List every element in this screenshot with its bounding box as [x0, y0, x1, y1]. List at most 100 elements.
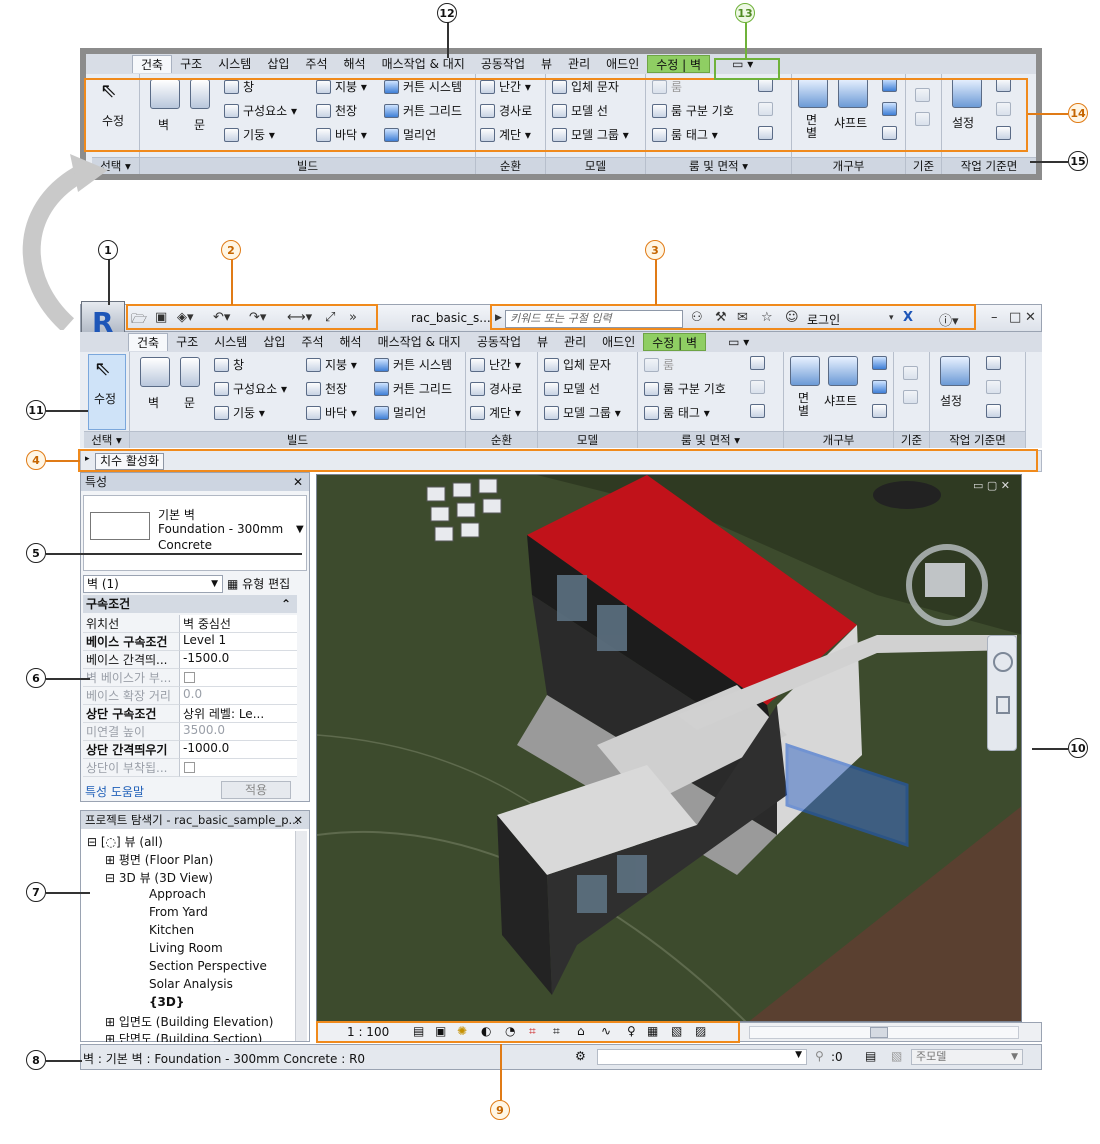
tab-addins[interactable]: 애드인 [598, 55, 647, 73]
curtain-system-button[interactable]: 커튼 시스템 [384, 78, 462, 95]
tab-addins[interactable]: 애드인 [594, 333, 643, 351]
curtain-grid-button[interactable]: 커튼 그리드 [384, 102, 462, 119]
undo-icon[interactable]: ↶▾ [213, 310, 230, 325]
visual-style-icon[interactable]: ▣ [435, 1024, 446, 1038]
area-boundary-icon[interactable] [750, 380, 765, 394]
save-icon[interactable]: ▣ [155, 310, 167, 325]
room-button[interactable]: 룸 [644, 356, 674, 373]
scrollbar-thumb[interactable] [870, 1027, 888, 1038]
railing-button[interactable]: 난간 ▾ [470, 356, 521, 373]
apply-button[interactable]: 적용 [221, 781, 291, 799]
view-window-controls[interactable]: ▭ ▢ ✕ [973, 479, 1010, 492]
workset-select[interactable]: ▼ [597, 1049, 807, 1065]
door-icon[interactable] [180, 357, 200, 387]
roof-button[interactable]: 지붕 ▾ [316, 78, 367, 95]
zoom-icon[interactable] [996, 696, 1010, 714]
grid-icon[interactable] [903, 390, 918, 404]
column-button[interactable]: 기둥 ▾ [214, 404, 265, 421]
room-tag-button[interactable]: 룸 태그 ▾ [652, 126, 718, 143]
by-face-button[interactable]: 면 별 [806, 114, 817, 140]
communication-icon[interactable]: ✉ [737, 310, 748, 325]
tab-modify-wall[interactable]: 수정 | 벽 [643, 333, 707, 351]
floor-button[interactable]: 바닥 ▾ [316, 126, 367, 143]
constraints-group-header[interactable]: 구속조건 ⌃ [83, 595, 297, 613]
login-button[interactable]: 로그인 [807, 311, 840, 328]
area-boundary-icon[interactable] [758, 102, 773, 116]
property-value[interactable]: -1500.0 [180, 651, 297, 669]
model-text-button[interactable]: 입체 문자 [552, 78, 619, 95]
property-row[interactable]: 위치선 벽 중심선 [83, 615, 297, 633]
property-row[interactable]: 상단 구속조건 상위 레벨: Le... [83, 705, 297, 723]
type-selector[interactable]: 기본 벽 Foundation - 300mm Concrete ▼ [83, 495, 307, 571]
property-value[interactable]: -1000.0 [180, 741, 297, 759]
model-group-button[interactable]: 모델 그룹 ▾ [552, 126, 629, 143]
tree-item-from-yard[interactable]: From Yard [149, 905, 208, 919]
crop-region-icon[interactable]: ⌗ [553, 1024, 560, 1039]
model-text-button[interactable]: 입체 문자 [544, 356, 611, 373]
pointer-icon[interactable]: ⇖ [100, 78, 130, 108]
curtain-system-button[interactable]: 커튼 시스템 [374, 356, 452, 373]
set-workplane-icon[interactable] [940, 356, 970, 386]
floor-button[interactable]: 바닥 ▾ [306, 404, 357, 421]
area-tag-icon[interactable] [758, 126, 773, 140]
analytical-model-icon[interactable]: ▧ [671, 1024, 682, 1038]
railing-button[interactable]: 난간 ▾ [480, 78, 531, 95]
constraints-icon[interactable]: ▨ [695, 1024, 706, 1038]
ramp-button[interactable]: 경사로 [470, 380, 522, 397]
tab-massing[interactable]: 매스작업 & 대지 [374, 55, 473, 73]
panel-room-area-label[interactable]: 룸 및 면적 ▾ [638, 431, 783, 448]
model-line-button[interactable]: 모델 선 [552, 102, 608, 119]
curtain-grid-button[interactable]: 커튼 그리드 [374, 380, 452, 397]
area-icon[interactable] [758, 78, 773, 92]
room-separator-button[interactable]: 룸 구분 기호 [644, 380, 726, 397]
component-button[interactable]: 구성요소 ▾ [224, 102, 297, 119]
property-row[interactable]: 베이스 구속조건 Level 1 [83, 633, 297, 651]
tree-elevation[interactable]: ⊞ 입면도 (Building Elevation) [105, 1013, 273, 1030]
sync-icon[interactable]: ◈▾ [177, 310, 194, 325]
door-button[interactable]: 문 [184, 394, 195, 411]
room-separator-button[interactable]: 룸 구분 기호 [652, 102, 734, 119]
unlocked-3d-icon[interactable]: ⌂ [577, 1024, 585, 1038]
wall-button[interactable]: 벽 [148, 394, 159, 411]
door-button[interactable]: 문 [194, 116, 205, 133]
checkbox-icon[interactable] [184, 762, 195, 773]
open-icon[interactable]: 🗁 [131, 310, 147, 332]
room-tag-button[interactable]: 룸 태그 ▾ [644, 404, 710, 421]
property-value[interactable]: Level 1 [180, 633, 297, 651]
pointer-icon[interactable]: ⇖ [94, 356, 124, 386]
model-group-button[interactable]: 모델 그룹 ▾ [544, 404, 621, 421]
shaft-icon[interactable] [828, 356, 858, 386]
tab-systems[interactable]: 시스템 [206, 333, 255, 351]
property-row[interactable]: 상단이 부착됩... [83, 759, 297, 777]
exchange-apps-icon[interactable]: X [903, 310, 913, 325]
property-checkbox[interactable] [180, 759, 297, 777]
window-button[interactable]: 창 [224, 78, 254, 95]
property-row[interactable]: 상단 간격띄우기 -1000.0 [83, 741, 297, 759]
property-checkbox[interactable] [180, 669, 297, 687]
shaft-button[interactable]: 샤프트 [834, 114, 867, 131]
property-value[interactable]: 0.0 [180, 687, 297, 705]
reveal-hidden-icon[interactable]: ♀ [627, 1024, 636, 1038]
property-row[interactable]: 벽 베이스가 부... [83, 669, 297, 687]
type-dropdown-icon[interactable]: ▼ [296, 524, 304, 535]
login-dropdown-icon[interactable]: ▾ [889, 313, 894, 323]
viewer-icon[interactable] [996, 126, 1011, 140]
ramp-button[interactable]: 경사로 [480, 102, 532, 119]
sun-path-icon[interactable]: ✺ [457, 1024, 467, 1038]
mullion-button[interactable]: 멀리언 [374, 404, 426, 421]
window-button[interactable]: 창 [214, 356, 244, 373]
crop-view-icon[interactable]: ⌗ [529, 1024, 536, 1039]
maximize-window-icon[interactable]: □ [1009, 310, 1021, 325]
close-icon[interactable]: ✕ [293, 473, 303, 491]
show-workplane-icon[interactable] [986, 356, 1001, 370]
search-input[interactable]: 키워드 또는 구절 입력 [505, 310, 683, 328]
tab-analyze[interactable]: 해석 [332, 333, 370, 351]
roof-button[interactable]: 지붕 ▾ [306, 356, 357, 373]
tab-insert[interactable]: 삽입 [255, 333, 293, 351]
wall-opening-icon[interactable] [882, 78, 897, 92]
stair-button[interactable]: 계단 ▾ [470, 404, 521, 421]
wall-opening-icon[interactable] [872, 356, 887, 370]
by-face-button[interactable]: 면 별 [798, 392, 809, 418]
tree-3d-view[interactable]: ⊟ 3D 뷰 (3D View) [105, 869, 213, 886]
minimize-ribbon-icon[interactable]: ▭ ▾ [724, 55, 761, 73]
